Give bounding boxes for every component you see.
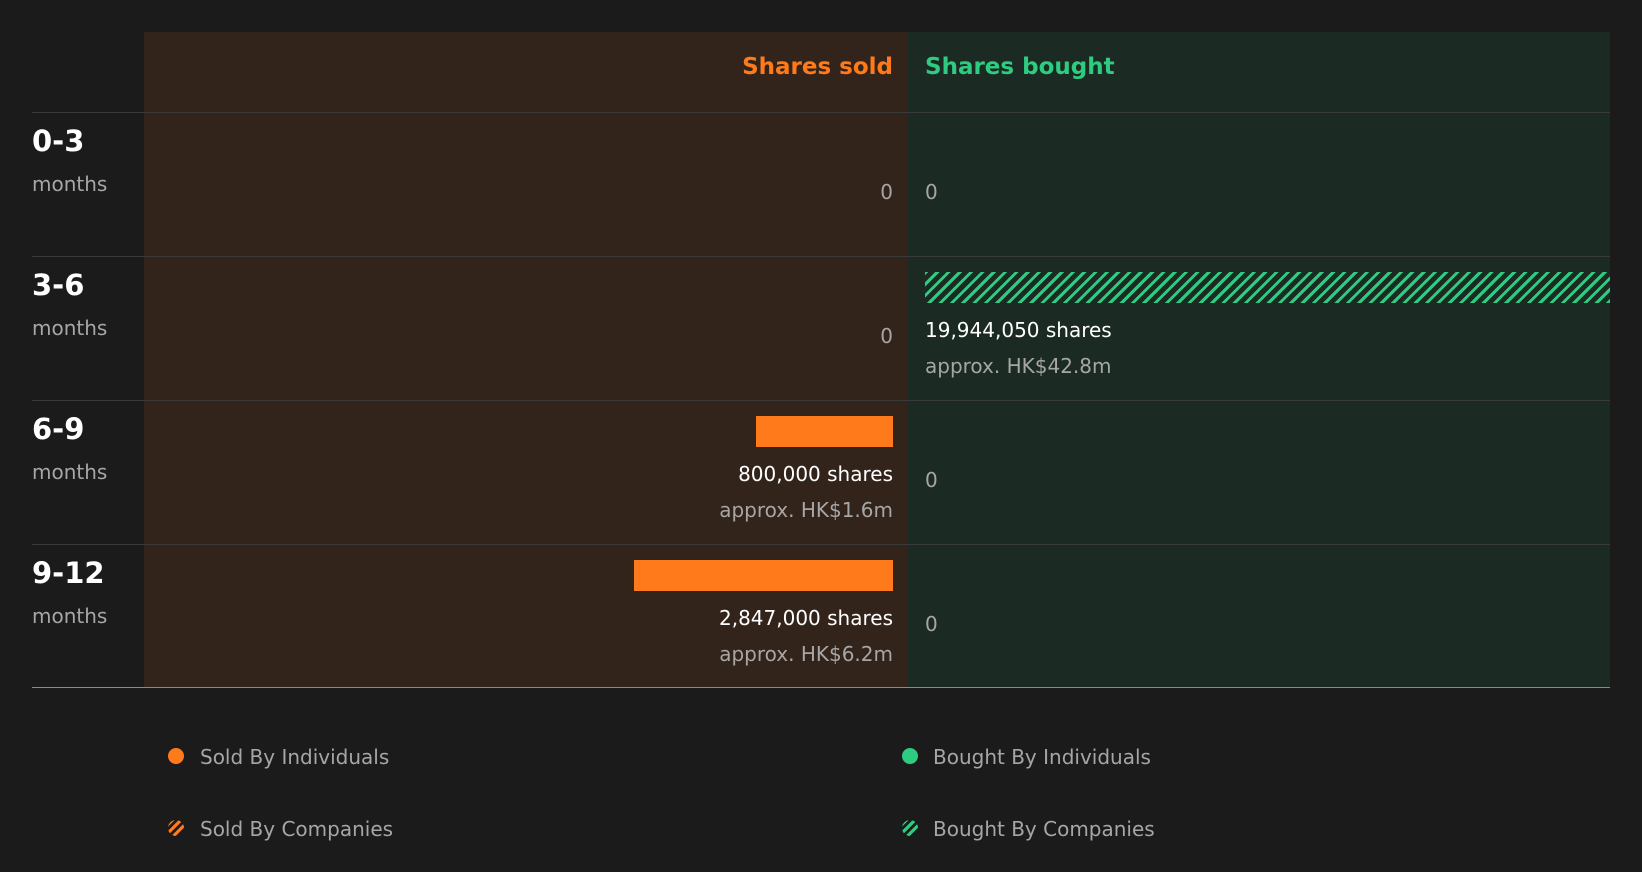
row-unit: months (32, 316, 108, 340)
bought-zero-value: 0 (925, 612, 938, 636)
bought-zero-value: 0 (925, 468, 938, 492)
sold-shares-label: 2,847,000 shares (718, 606, 893, 630)
orange-hatched-dot-icon (168, 820, 184, 836)
sold-by-individuals-bar (755, 416, 893, 447)
row-label: 0-3 (32, 124, 85, 158)
row-3-6-months: 3-6 months 0 19,944,050 shares approx. H… (0, 256, 1642, 400)
bought-by-companies-bar (925, 272, 1610, 303)
sold-approx-value: approx. HK$1.6m (719, 498, 893, 522)
row-unit: months (32, 604, 108, 628)
sold-shares-label: 800,000 shares (738, 462, 893, 486)
green-hatched-dot-icon (902, 820, 918, 836)
sold-approx-value: approx. HK$6.2m (719, 642, 893, 666)
sold-by-individuals-bar (634, 560, 893, 591)
legend-sold-by-companies: Sold By Companies (200, 817, 394, 841)
sold-zero-value: 0 (880, 180, 893, 204)
legend-sold-by-individuals: Sold By Individuals (200, 745, 390, 769)
sold-zero-value: 0 (880, 324, 893, 348)
row-0-3-months: 0-3 months 0 0 (0, 112, 1642, 256)
orange-dot-icon (168, 748, 184, 764)
bought-shares-label: 19,944,050 shares (925, 318, 1112, 342)
bought-zero-value: 0 (925, 180, 938, 204)
green-dot-icon (902, 748, 918, 764)
header-shares-sold: Shares sold (742, 54, 893, 80)
header-shares-bought: Shares bought (925, 54, 1115, 80)
row-label: 3-6 (32, 268, 85, 302)
legend-bought-by-companies: Bought By Companies (933, 817, 1155, 841)
row-6-9-months: 6-9 months 800,000 shares approx. HK$1.6… (0, 400, 1642, 544)
bought-approx-value: approx. HK$42.8m (925, 354, 1112, 378)
legend-bought-by-individuals: Bought By Individuals (933, 745, 1151, 769)
row-label: 9-12 (32, 556, 105, 590)
row-9-12-months: 9-12 months 2,847,000 shares approx. HK$… (0, 544, 1642, 688)
row-label: 6-9 (32, 412, 85, 446)
row-unit: months (32, 460, 108, 484)
row-unit: months (32, 172, 108, 196)
